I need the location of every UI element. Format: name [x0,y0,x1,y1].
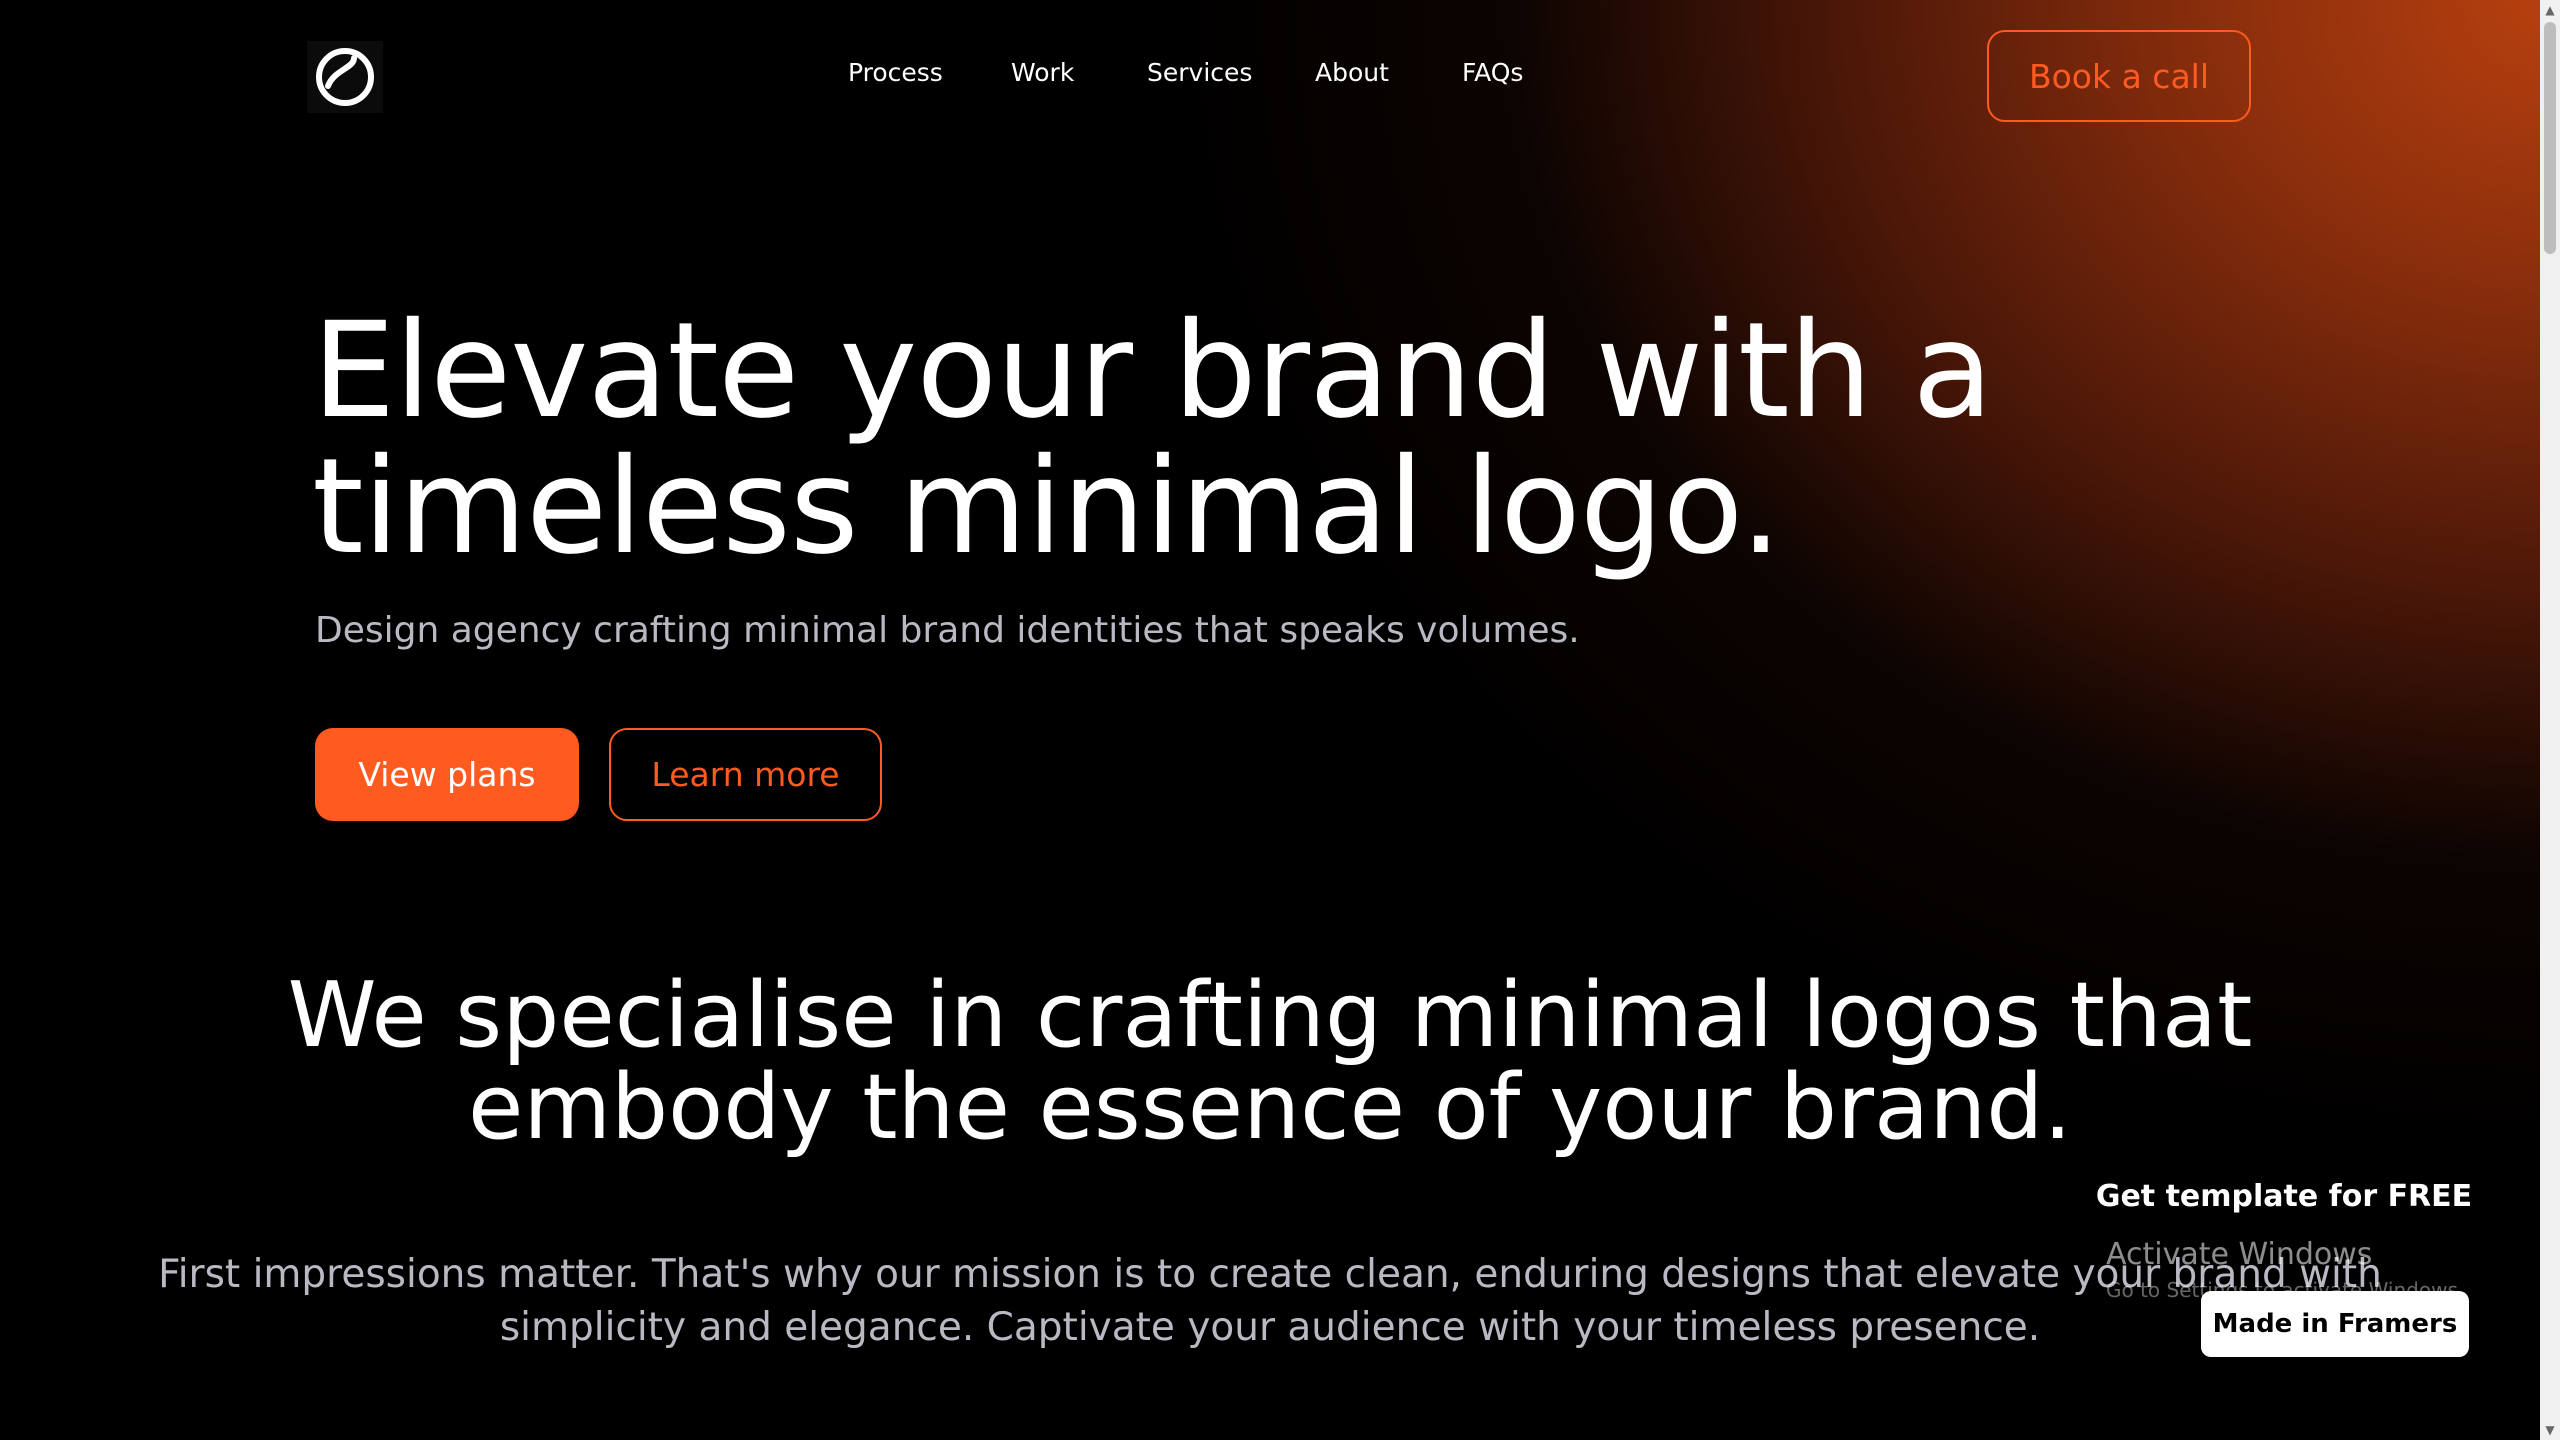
landing-page: Process Work Services About FAQs Book a … [0,0,2560,1440]
get-template-button[interactable]: Get template for FREE [2092,1155,2476,1237]
scrollbar-thumb[interactable] [2544,22,2556,254]
hero-title-line1: Elevate your brand with a [312,294,1993,448]
nav-process[interactable]: Process [848,58,943,87]
circle-logo-icon [316,48,374,106]
hero-title: Elevate your brand with a timeless minim… [312,303,2012,575]
activate-windows-text: Activate Windows [2106,1237,2373,1272]
hero-subtitle: Design agency crafting minimal brand ide… [315,610,1580,651]
scrollbar[interactable]: ▲ ▼ [2540,0,2560,1440]
view-plans-button[interactable]: View plans [315,728,579,821]
specialise-body-line2: simplicity and elegance. Captivate your … [499,1305,2041,1350]
hero-title-line2: timeless minimal logo. [312,430,1782,584]
nav-work[interactable]: Work [1011,58,1074,87]
specialise-body-line1: First impressions matter. That's why our… [158,1252,2382,1297]
specialise-heading: We specialise in crafting minimal logos … [0,970,2540,1154]
learn-more-button[interactable]: Learn more [609,728,882,821]
book-call-button[interactable]: Book a call [1987,30,2251,122]
specialise-heading-line1: We specialise in crafting minimal logos … [287,963,2253,1068]
nav-services[interactable]: Services [1147,58,1252,87]
scroll-up-icon[interactable]: ▲ [2540,0,2560,20]
nav-about[interactable]: About [1315,58,1389,87]
made-in-framers-badge[interactable]: Made in Framers [2201,1291,2469,1357]
nav-faqs[interactable]: FAQs [1462,58,1523,87]
scroll-down-icon[interactable]: ▼ [2540,1420,2560,1440]
brand-logo[interactable] [307,41,383,113]
specialise-heading-line2: embody the essence of your brand. [468,1055,2072,1160]
